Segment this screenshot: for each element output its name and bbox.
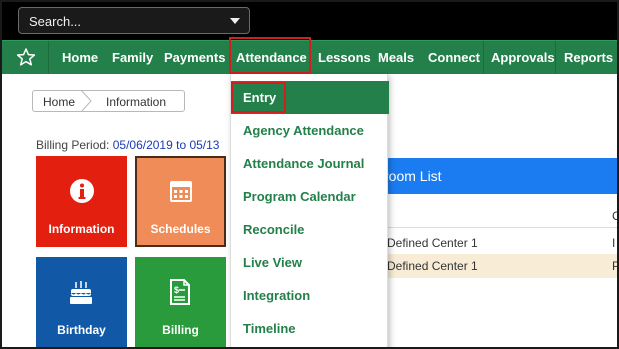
breadcrumb-home[interactable]: Home xyxy=(43,95,75,109)
nav-item-lessons[interactable]: Lessons xyxy=(318,41,371,75)
menu-item-reconcile[interactable]: Reconcile xyxy=(231,213,389,246)
attendance-dropdown-menu: Entry Agency Attendance Attendance Journ… xyxy=(230,74,389,347)
table-row[interactable]: Defined Center 1 I xyxy=(357,231,617,255)
menu-item-attendance-journal[interactable]: Attendance Journal xyxy=(231,147,389,180)
nav-item-reports[interactable]: Reports xyxy=(564,41,613,75)
table-cell-center: Defined Center 1 xyxy=(387,236,478,250)
search-dropdown[interactable]: Search... xyxy=(18,7,250,34)
classroom-list-title: room List xyxy=(384,168,442,184)
svg-text:$: $ xyxy=(174,285,179,295)
tile-label: Schedules xyxy=(150,222,211,236)
classroom-list-header: room List xyxy=(357,158,617,194)
table-cell: P xyxy=(612,259,617,273)
top-bar: Search... xyxy=(2,2,617,40)
nav-item-connect[interactable]: Connect xyxy=(428,41,480,75)
tile-label: Information xyxy=(48,222,115,236)
tile-information[interactable]: Information xyxy=(36,156,127,247)
info-icon xyxy=(70,179,94,203)
billing-dates: 05/06/2019 to 05/13 xyxy=(112,138,220,152)
nav-item-payments[interactable]: Payments xyxy=(164,41,225,75)
calendar-icon xyxy=(170,181,192,202)
nav-divider xyxy=(483,41,484,75)
breadcrumb: Home Information xyxy=(32,90,185,112)
table-row[interactable]: Defined Center 1 P xyxy=(357,254,617,278)
menu-item-integration[interactable]: Integration xyxy=(231,279,389,312)
tile-label: Billing xyxy=(162,323,199,337)
app-frame: Search... Home Family Payments Attendanc… xyxy=(0,0,619,349)
invoice-icon: $ xyxy=(170,279,190,305)
entry-highlight xyxy=(231,82,286,113)
billing-period: Billing Period: 05/06/2019 to 05/13 xyxy=(36,138,219,152)
table-cell: I xyxy=(612,236,616,250)
star-icon[interactable] xyxy=(16,47,36,67)
tile-billing[interactable]: $ Billing xyxy=(135,257,226,347)
nav-divider xyxy=(555,41,556,75)
nav-item-family[interactable]: Family xyxy=(112,41,153,75)
menu-item-agency-attendance[interactable]: Agency Attendance xyxy=(231,114,389,147)
tile-birthday[interactable]: Birthday xyxy=(36,257,127,347)
nav-item-home[interactable]: Home xyxy=(62,41,98,75)
table-column-header: C xyxy=(612,209,617,223)
chevron-down-icon xyxy=(230,18,240,24)
breadcrumb-current: Information xyxy=(106,95,167,109)
nav-item-approvals[interactable]: Approvals xyxy=(491,41,555,75)
nav-item-meals[interactable]: Meals xyxy=(378,41,414,75)
table-cell-center: Defined Center 1 xyxy=(387,259,478,273)
breadcrumb-separator-icon xyxy=(80,90,92,112)
attendance-highlight xyxy=(229,37,311,74)
menu-item-program-calendar[interactable]: Program Calendar xyxy=(231,180,389,213)
tile-label: Birthday xyxy=(57,323,106,337)
nav-divider xyxy=(48,41,49,75)
menu-item-timeline[interactable]: Timeline xyxy=(231,312,389,345)
menu-item-live-view[interactable]: Live View xyxy=(231,246,389,279)
search-placeholder: Search... xyxy=(29,14,82,29)
tile-schedules[interactable]: Schedules xyxy=(135,156,226,247)
table-header-row: C xyxy=(357,204,617,228)
billing-label: Billing Period: xyxy=(36,138,110,152)
cake-icon xyxy=(70,281,92,304)
